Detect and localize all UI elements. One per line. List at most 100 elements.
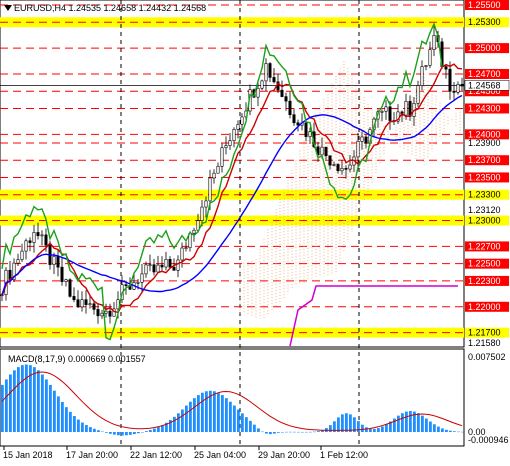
candle-body	[56, 256, 60, 268]
candle-body	[348, 164, 352, 170]
macd-axis-label: 0.007502	[468, 352, 506, 362]
candle-body	[296, 122, 300, 126]
macd-bar	[25, 364, 28, 432]
candle-body	[384, 106, 388, 112]
macd-bar	[437, 426, 440, 432]
macd-bar	[189, 401, 192, 432]
macd-bar	[425, 418, 428, 432]
macd-bar	[37, 370, 40, 432]
candle-body	[140, 273, 144, 283]
candle-body	[96, 309, 100, 317]
candle-body	[164, 259, 168, 268]
macd-bar	[385, 424, 388, 432]
macd-bar	[217, 392, 220, 432]
macd-bar	[257, 428, 260, 432]
macd-bar	[197, 395, 200, 432]
macd-bar	[329, 425, 332, 432]
candle-body	[24, 240, 28, 252]
candle-body	[236, 124, 240, 130]
macd-bar	[289, 431, 292, 433]
macd-bar	[137, 432, 140, 434]
price-axis-label: 1.24700	[468, 69, 501, 79]
candle-body	[184, 247, 188, 249]
price-axis-label: 1.23500	[468, 172, 501, 182]
macd-bar	[229, 401, 232, 432]
macd-bar	[69, 411, 72, 432]
candle-body	[264, 63, 268, 82]
candle-body	[292, 114, 296, 124]
macd-bar	[461, 431, 464, 433]
candle-body	[16, 259, 20, 264]
candle-body	[428, 49, 432, 66]
candle-body	[304, 122, 308, 137]
macd-bar	[245, 417, 248, 432]
candle-body	[284, 96, 288, 102]
candle-body	[260, 80, 264, 89]
candle-body	[28, 240, 32, 243]
candle-body	[424, 65, 428, 67]
candle-body	[168, 259, 172, 268]
candle-body	[124, 284, 128, 286]
macd-bar	[433, 424, 436, 432]
candle-body	[452, 90, 456, 93]
macd-bar	[85, 425, 88, 432]
candle-body	[36, 232, 40, 237]
macd-bar	[97, 430, 100, 432]
macd-bar	[457, 431, 460, 433]
macd-bar	[81, 422, 84, 432]
macd-axis-label: -0.000946	[468, 435, 509, 445]
macd-bar	[201, 392, 204, 432]
macd-bar	[21, 365, 24, 432]
candle-body	[380, 110, 384, 113]
macd-bar	[373, 428, 376, 432]
macd-bar	[301, 431, 304, 433]
candle-body	[308, 131, 312, 137]
price-axis-label: 1.22700	[468, 241, 501, 251]
macd-bar	[261, 431, 264, 433]
candle-body	[432, 35, 436, 50]
candle-body	[324, 146, 328, 157]
candle-body	[20, 250, 24, 260]
macd-bar	[313, 431, 316, 433]
macd-bar	[77, 419, 80, 432]
macd-bar	[153, 428, 156, 432]
chart-canvas[interactable]: 1.255001.253001.250001.247001.245001.243…	[0, 0, 510, 466]
macd-bar	[53, 390, 56, 432]
macd-bar	[237, 409, 240, 432]
macd-bar	[377, 428, 380, 432]
price-axis-label: 1.22300	[468, 276, 501, 286]
time-axis-label: 1 Feb 12:00	[320, 450, 368, 460]
macd-bar	[61, 401, 64, 432]
time-axis-label: 29 Jan 20:00	[258, 450, 310, 460]
candle-body	[232, 129, 236, 141]
macd-bar	[345, 413, 348, 432]
candle-body	[320, 146, 324, 156]
candle-body	[344, 167, 348, 170]
candle-body	[456, 84, 460, 93]
macd-bar	[101, 431, 104, 433]
candle-body	[92, 303, 96, 310]
macd-bar	[253, 424, 256, 432]
current-price-label: 1.24568	[468, 80, 501, 90]
price-axis-label: 1.25000	[468, 43, 501, 53]
macd-bar	[417, 413, 420, 432]
candle-body	[100, 312, 104, 317]
macd-bar	[337, 417, 340, 432]
macd-bar	[285, 431, 288, 433]
candle-body	[76, 299, 80, 308]
price-axis-label: 1.23300	[468, 190, 501, 200]
candle-body	[224, 145, 228, 149]
candle-body	[216, 166, 220, 174]
price-axis: 1.255001.253001.250001.247001.245001.243…	[464, 0, 510, 348]
time-axis: 15 Jan 2018 17 Jan 20:00 22 Jan 12:00 25 Ja…	[3, 446, 368, 460]
macd-bar	[125, 432, 128, 436]
candle-body	[176, 259, 180, 271]
macd-bar	[453, 431, 456, 432]
candle-body	[208, 177, 212, 202]
macd-bar	[141, 432, 144, 433]
candle-body	[444, 66, 448, 70]
macd-bar	[357, 421, 360, 432]
candle-body	[88, 303, 92, 306]
macd-bar	[365, 427, 368, 432]
macd-bar	[397, 415, 400, 432]
